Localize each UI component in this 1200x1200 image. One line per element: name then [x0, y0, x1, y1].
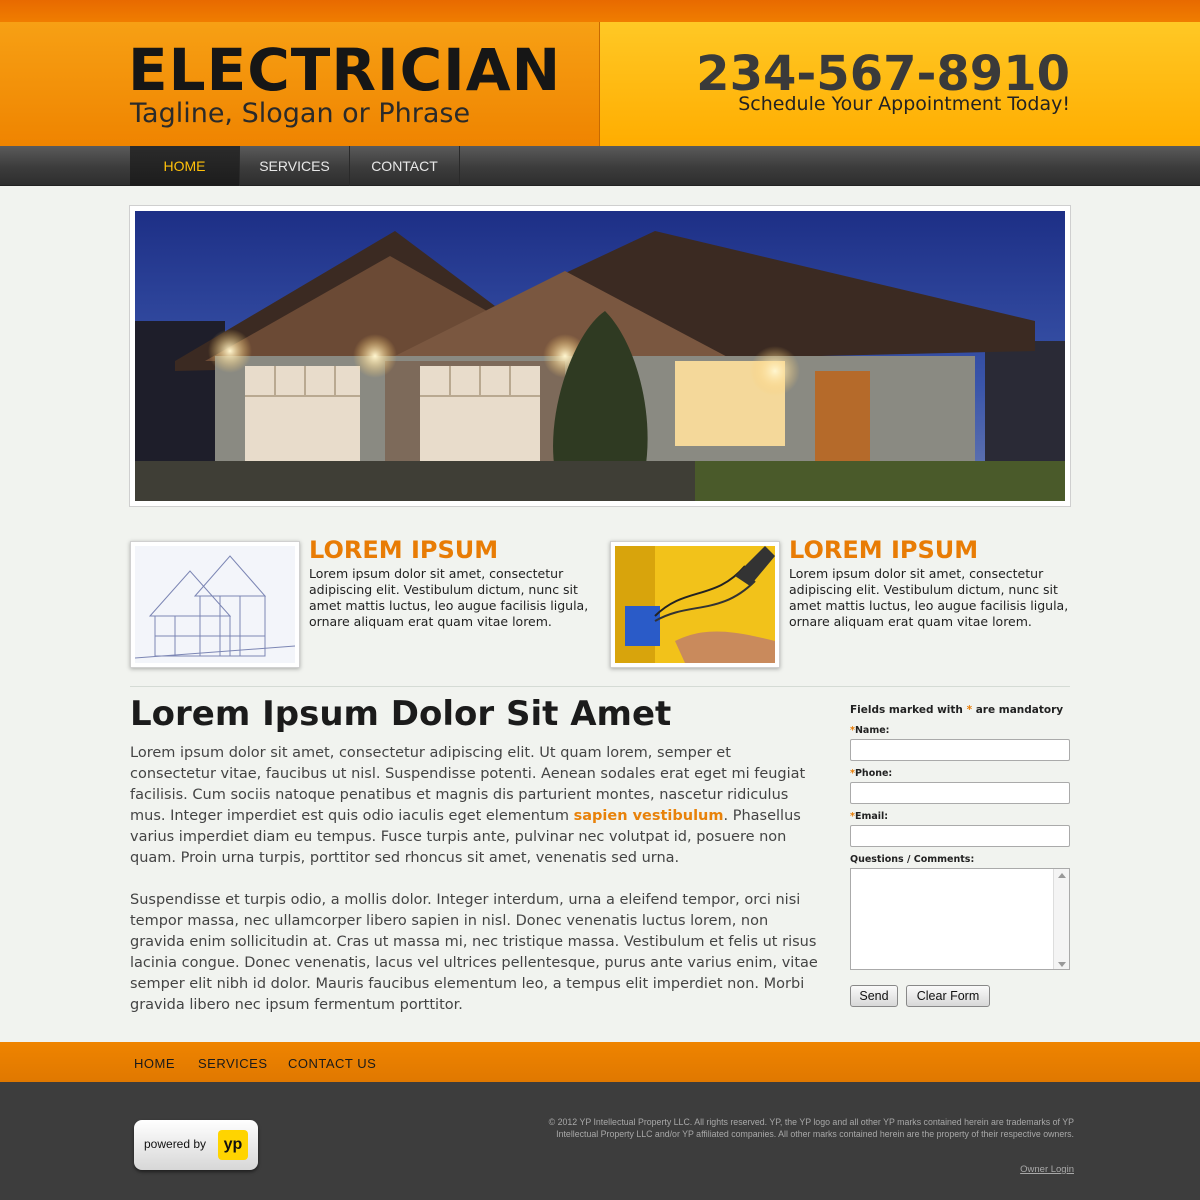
- nav-item-contact[interactable]: CONTACT: [350, 146, 460, 186]
- badge-text: powered by: [144, 1137, 207, 1151]
- paragraph-1-highlight-link[interactable]: sapien vestibulum: [574, 808, 724, 824]
- clear-form-button[interactable]: Clear Form: [906, 985, 990, 1007]
- form-mandatory-note: Fields marked with * are mandatory: [850, 704, 1070, 716]
- yp-logo-icon: yp: [218, 1130, 248, 1160]
- scroll-up-icon: [1058, 873, 1066, 878]
- site-footer: powered by yp © 2012 YP Intellectual Pro…: [0, 1082, 1200, 1200]
- contact-form: Fields marked with * are mandatory *Name…: [850, 704, 1070, 1007]
- main-paragraph-1: Lorem ipsum dolor sit amet, consectetur …: [130, 743, 820, 869]
- feature-text-1: Lorem ipsum dolor sit amet, consectetur …: [309, 566, 589, 629]
- email-label-text: Email:: [854, 811, 889, 822]
- footer-nav: HOME SERVICES CONTACT US: [0, 1042, 1200, 1082]
- electrician-wiring-icon: [615, 546, 775, 663]
- hero-house-image: [135, 211, 1065, 501]
- form-note-text-a: Fields marked with: [850, 704, 967, 716]
- header-contact-panel: 234-567-8910 Schedule Your Appointment T…: [600, 22, 1200, 146]
- logo-tagline: Tagline, Slogan or Phrase: [130, 98, 471, 129]
- email-field[interactable]: [850, 825, 1070, 847]
- phone-label-text: Phone:: [854, 768, 893, 779]
- main-nav: HOME SERVICES CONTACT: [0, 146, 1200, 186]
- phone-field[interactable]: [850, 782, 1070, 804]
- site-header: ELECTRICIAN Tagline, Slogan or Phrase 23…: [0, 22, 1200, 146]
- main-paragraph-2: Suspendisse et turpis odio, a mollis dol…: [130, 892, 818, 1013]
- form-note-text-b: are mandatory: [972, 704, 1064, 716]
- feature-title-2: LOREM IPSUM: [789, 536, 979, 564]
- email-label: *Email:: [850, 811, 888, 822]
- feature-text-2: Lorem ipsum dolor sit amet, consectetur …: [789, 566, 1069, 629]
- feature-image-blueprint: [130, 541, 300, 668]
- copyright-text: © 2012 YP Intellectual Property LLC. All…: [548, 1117, 1074, 1139]
- main-heading: Lorem Ipsum Dolor Sit Amet: [130, 694, 672, 734]
- name-label-text: Name:: [854, 725, 890, 736]
- footer-nav-services[interactable]: SERVICES: [198, 1056, 268, 1071]
- house-blueprint-icon: [134, 546, 296, 663]
- header-brand-panel: ELECTRICIAN Tagline, Slogan or Phrase: [0, 22, 600, 146]
- scroll-down-icon: [1058, 962, 1066, 967]
- logo-title[interactable]: ELECTRICIAN: [128, 36, 561, 104]
- send-button[interactable]: Send: [850, 985, 898, 1007]
- phone-label: *Phone:: [850, 768, 892, 779]
- hero-banner: [129, 205, 1071, 507]
- powered-by-yp-badge[interactable]: powered by yp: [134, 1120, 258, 1170]
- feature-image-wiring: [610, 541, 780, 668]
- nav-item-services[interactable]: SERVICES: [240, 146, 350, 186]
- schedule-text: Schedule Your Appointment Today!: [738, 93, 1070, 115]
- footer-nav-home[interactable]: HOME: [134, 1056, 175, 1071]
- comments-textarea[interactable]: [850, 868, 1070, 970]
- content-divider: [130, 686, 1070, 687]
- name-label: *Name:: [850, 725, 889, 736]
- footer-nav-contact-us[interactable]: CONTACT US: [288, 1056, 376, 1071]
- name-field[interactable]: [850, 739, 1070, 761]
- textarea-scrollbar[interactable]: [1053, 869, 1069, 969]
- comments-label: Questions / Comments:: [850, 854, 975, 865]
- owner-login-link[interactable]: Owner Login: [1020, 1164, 1074, 1175]
- feature-title-1: LOREM IPSUM: [309, 536, 499, 564]
- top-strip: [0, 0, 1200, 22]
- nav-item-home[interactable]: HOME: [130, 146, 240, 186]
